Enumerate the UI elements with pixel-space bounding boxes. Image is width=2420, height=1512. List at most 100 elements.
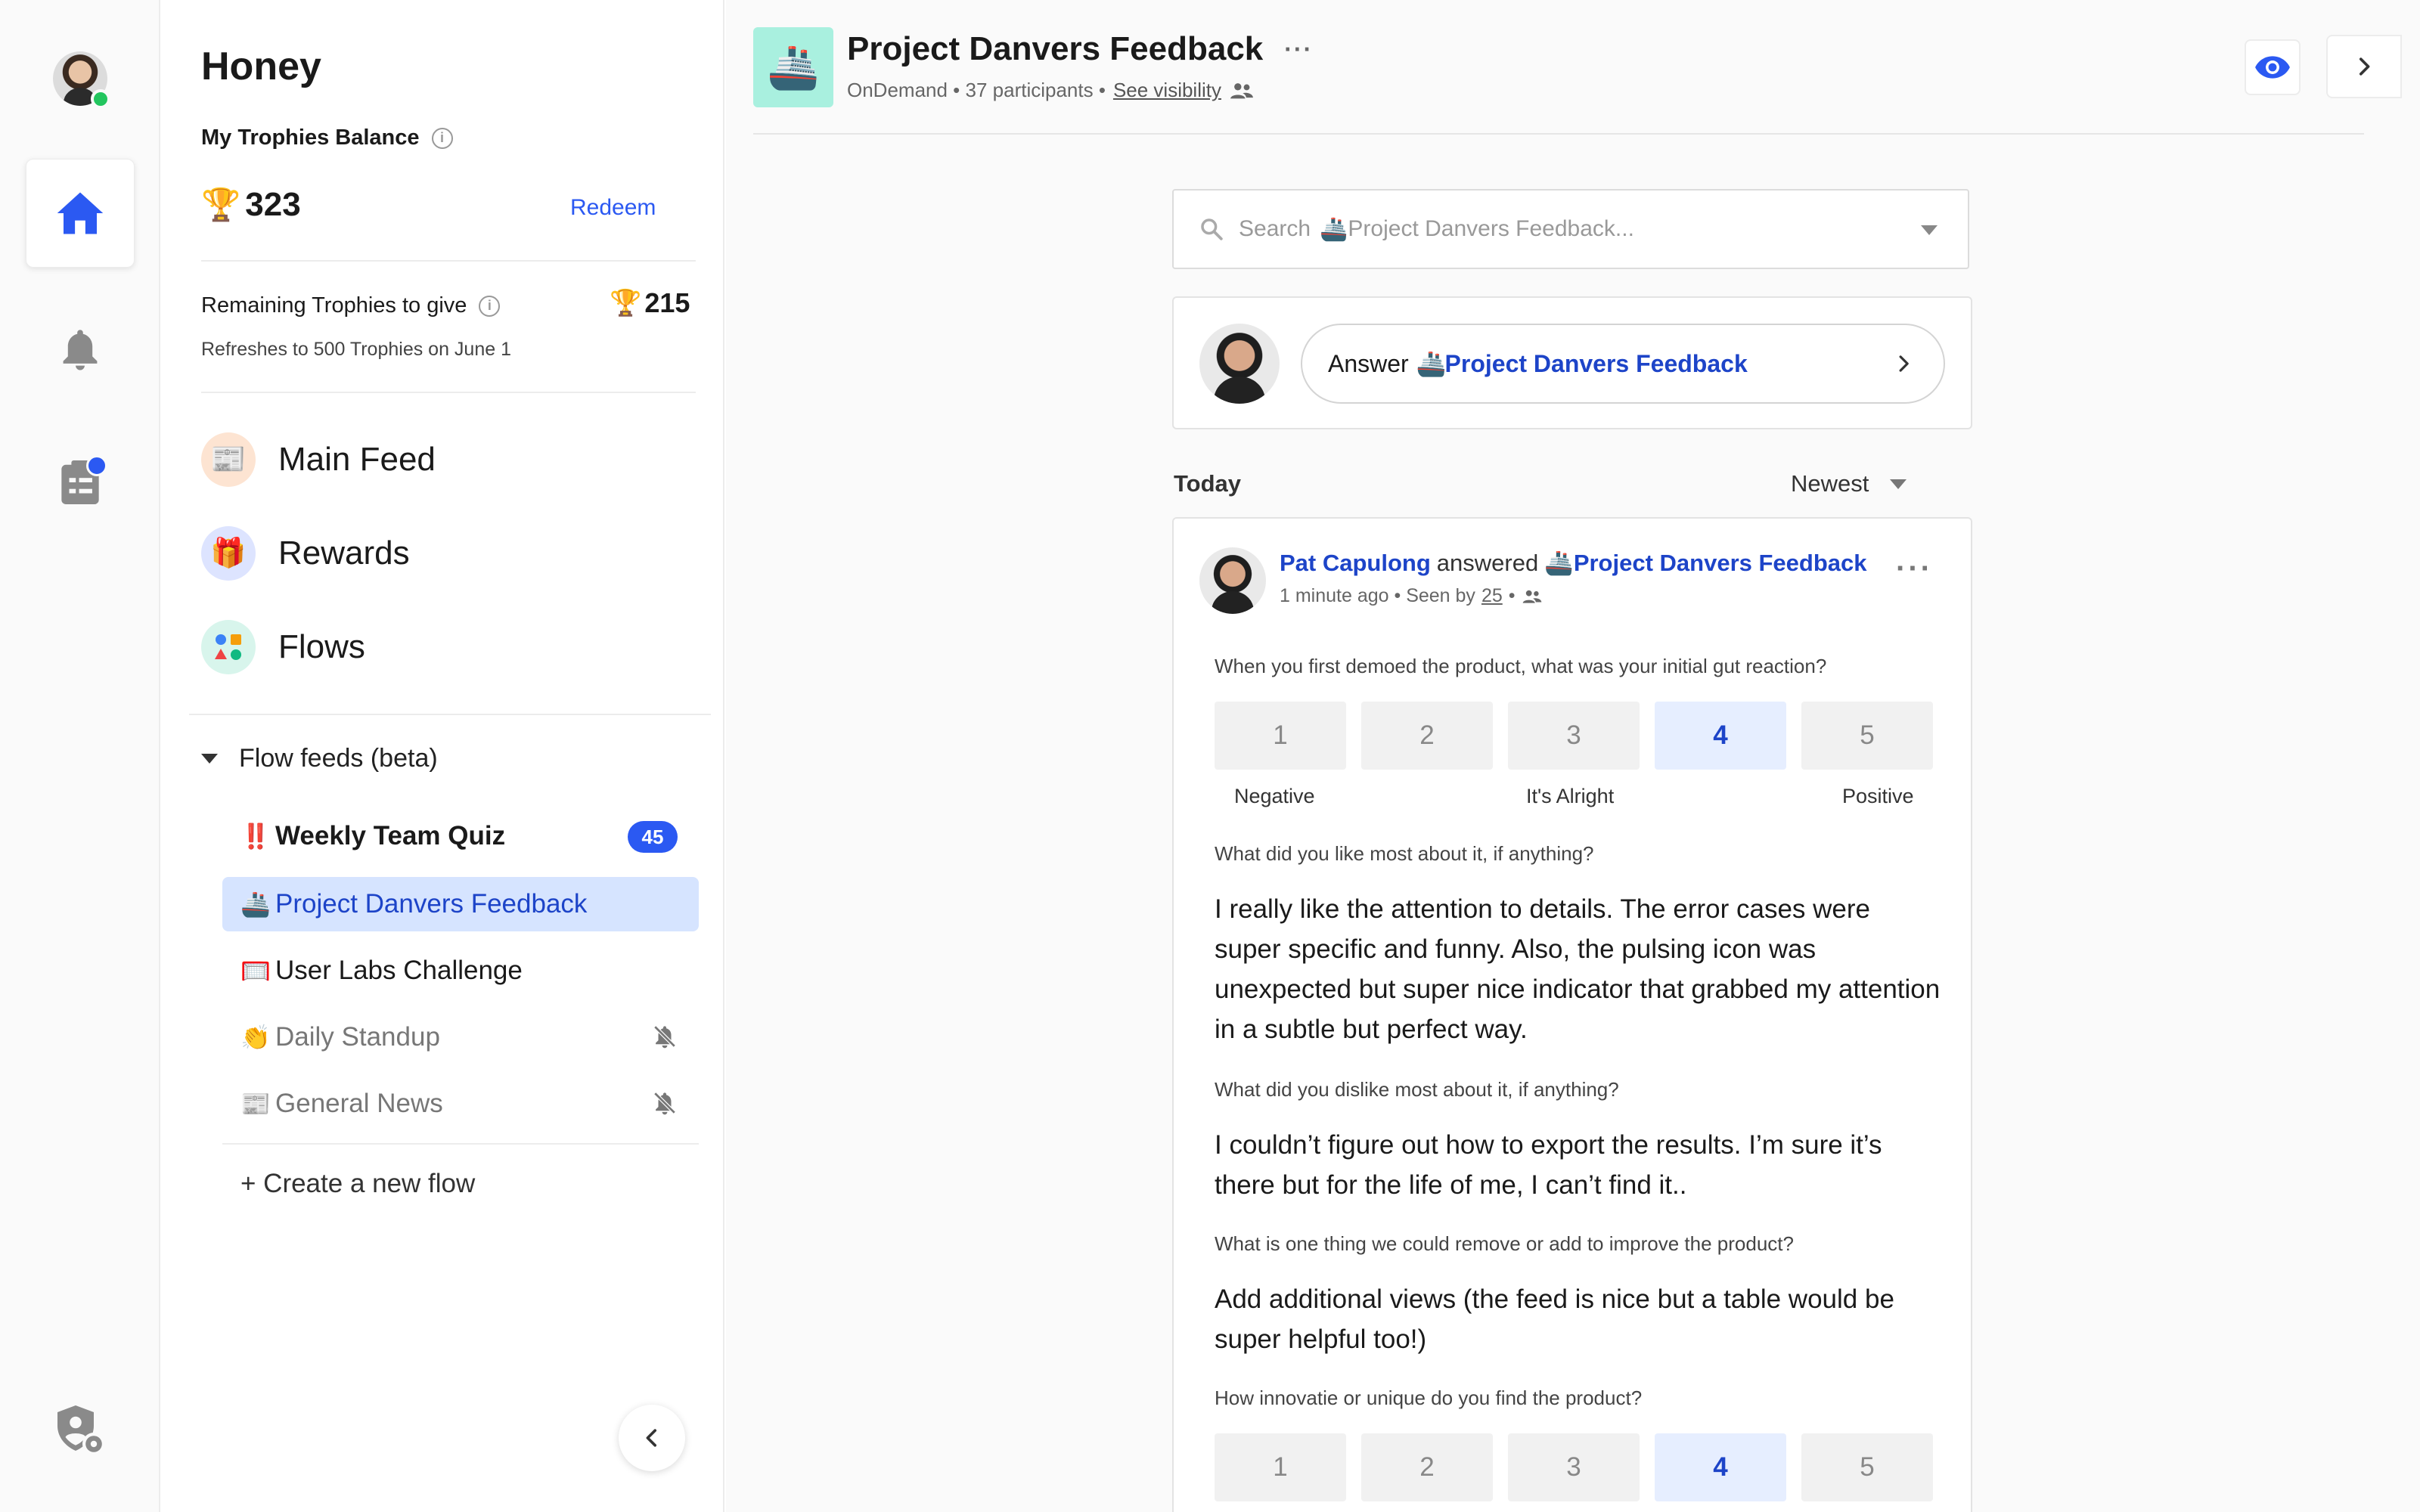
flow-title: Project Danvers Feedback ··· (847, 30, 1314, 67)
sidebar-item-daily-standup[interactable]: 👏 Daily Standup (222, 1010, 699, 1064)
see-visibility-link[interactable]: See visibility (1113, 79, 1221, 102)
trophies-balance: 🏆 323 (201, 186, 301, 223)
rating-option: 5 (1801, 702, 1933, 770)
question: How innovatie or unique do you find the … (1215, 1387, 1643, 1409)
open-details-panel-button[interactable] (2326, 35, 2402, 98)
sidebar-item-general-news[interactable]: 📰 General News (222, 1077, 699, 1131)
rating-option: 2 (1361, 702, 1493, 770)
rating-option: 3 (1508, 702, 1640, 770)
post-meta: 1 minute ago • Seen by 25 • (1280, 585, 1543, 607)
refresh-note: Refreshes to 500 Trophies on June 1 (201, 339, 511, 360)
sort-dropdown[interactable]: Newest (1791, 470, 1907, 497)
answer-flow-button[interactable]: Answer 🚢 Project Danvers Feedback (1301, 324, 1945, 404)
author-link[interactable]: Pat Capulong (1280, 550, 1431, 577)
goal-net-icon: 🥅 (240, 957, 271, 984)
question: When you first demoed the product, what … (1215, 655, 1827, 677)
info-icon[interactable]: i (431, 127, 453, 149)
divider (201, 260, 696, 262)
flows-shapes-icon (201, 620, 256, 674)
flow-feeds-toggle[interactable]: Flow feeds (beta) (201, 744, 438, 773)
seen-by-count[interactable]: 25 (1481, 585, 1503, 607)
flow-header: 🚢 Project Danvers Feedback ··· OnDemand … (753, 0, 2402, 135)
people-icon (1230, 82, 1253, 98)
main-content: 🚢 Project Danvers Feedback ··· OnDemand … (726, 0, 2420, 1512)
answer-composer: Answer 🚢 Project Danvers Feedback (1172, 296, 1972, 429)
sidebar-item-flows[interactable]: Flows (201, 620, 365, 674)
more-options-icon[interactable]: ··· (1284, 36, 1313, 64)
question: What did you like most about it, if anyt… (1215, 842, 1594, 865)
answer-text: I couldn’t figure out how to export the … (1215, 1130, 1882, 1200)
unread-count-badge: 45 (628, 821, 678, 853)
sidebar-item-main-feed[interactable]: 📰 Main Feed (201, 432, 436, 487)
people-icon (1522, 590, 1541, 603)
question: What is one thing we could remove or add… (1215, 1232, 1794, 1255)
home-button[interactable] (26, 159, 135, 268)
chevron-down-icon (201, 754, 218, 764)
divider (201, 392, 696, 393)
newspaper-icon: 📰 (240, 1090, 271, 1117)
clapping-hands-icon: 👏 (240, 1024, 271, 1051)
online-status-icon (91, 89, 110, 109)
double-exclamation-icon: ‼️ (240, 823, 271, 850)
divider (189, 714, 711, 715)
flow-logo-ship-icon: 🚢 (753, 27, 833, 107)
info-icon[interactable]: i (479, 295, 501, 317)
question: What did you dislike most about it, if a… (1215, 1078, 1619, 1101)
create-flow-button[interactable]: + Create a new flow (240, 1169, 475, 1199)
redeem-link[interactable]: Redeem (570, 195, 656, 221)
search-icon (1201, 218, 1223, 240)
sidebar-item-rewards[interactable]: 🎁 Rewards (201, 526, 410, 581)
sidebar-item-weekly-team-quiz[interactable]: ‼️ Weekly Team Quiz 45 (222, 809, 699, 863)
chevron-down-icon (1890, 479, 1907, 489)
bell-icon (63, 330, 98, 370)
flow-meta: OnDemand • 37 participants • See visibil… (847, 79, 1255, 102)
admin-shield-gear-icon (57, 1405, 105, 1455)
feed-post: Pat Capulong answered 🚢 Project Danvers … (1172, 517, 1972, 1512)
chevron-down-icon[interactable] (1921, 225, 1938, 235)
rating-option: 2 (1361, 1433, 1493, 1501)
answer-text: Add additional views (the feed is nice b… (1215, 1284, 1894, 1354)
rating-option-selected: 4 (1655, 702, 1786, 770)
sidebar-panel: Honey My Trophies Balance i 🏆 323 Redeem… (162, 0, 724, 1512)
rating-scale: 1 2 3 4 5 (1215, 702, 1933, 770)
author-avatar[interactable] (1199, 547, 1266, 614)
remaining-trophies-label: Remaining Trophies to give i (201, 293, 501, 318)
gift-icon: 🎁 (201, 526, 256, 581)
newspaper-icon: 📰 (201, 432, 256, 487)
feed-day-label: Today (1174, 470, 1241, 497)
eye-icon (2255, 56, 2290, 79)
collapse-sidebar-button[interactable] (619, 1405, 685, 1471)
chevron-left-icon (646, 1429, 657, 1447)
divider (222, 1143, 699, 1145)
trophy-icon: 🏆 (610, 289, 642, 318)
notifications-button[interactable] (26, 295, 135, 404)
trophy-icon: 🏆 (201, 186, 241, 222)
chevron-right-icon (1899, 355, 1909, 372)
chevron-right-icon (2359, 57, 2370, 76)
trophies-balance-label: My Trophies Balance i (201, 125, 453, 150)
rating-option: 1 (1215, 702, 1346, 770)
post-header: Pat Capulong answered 🚢 Project Danvers … (1280, 549, 1867, 577)
rating-option-selected: 4 (1655, 1433, 1786, 1501)
watch-flow-button[interactable] (2245, 39, 2301, 95)
tasks-notification-dot (86, 455, 107, 476)
answer-text: I really like the attention to details. … (1215, 894, 1941, 1044)
app-rail (0, 0, 160, 1512)
sidebar-item-user-labs-challenge[interactable]: 🥅 User Labs Challenge (222, 943, 699, 998)
rating-option: 1 (1215, 1433, 1346, 1501)
tasks-button[interactable] (26, 428, 135, 537)
admin-settings-button[interactable] (26, 1376, 135, 1485)
workspace-title: Honey (201, 45, 321, 88)
flow-search-input[interactable]: Search 🚢 Project Danvers Feedback... (1172, 189, 1969, 269)
remaining-trophies-value: 🏆 215 (610, 287, 690, 318)
muted-bell-icon[interactable] (652, 1024, 678, 1049)
rating-option: 3 (1508, 1433, 1640, 1501)
post-more-options-icon[interactable]: ··· (1896, 552, 1933, 586)
ship-icon: 🚢 (240, 891, 271, 918)
rating-option: 5 (1801, 1433, 1933, 1501)
muted-bell-icon[interactable] (652, 1090, 678, 1116)
flow-link[interactable]: Project Danvers Feedback (1574, 550, 1867, 577)
avatar (1199, 324, 1280, 404)
sidebar-item-project-danvers-feedback[interactable]: 🚢 Project Danvers Feedback (222, 877, 699, 931)
home-icon (57, 192, 104, 234)
